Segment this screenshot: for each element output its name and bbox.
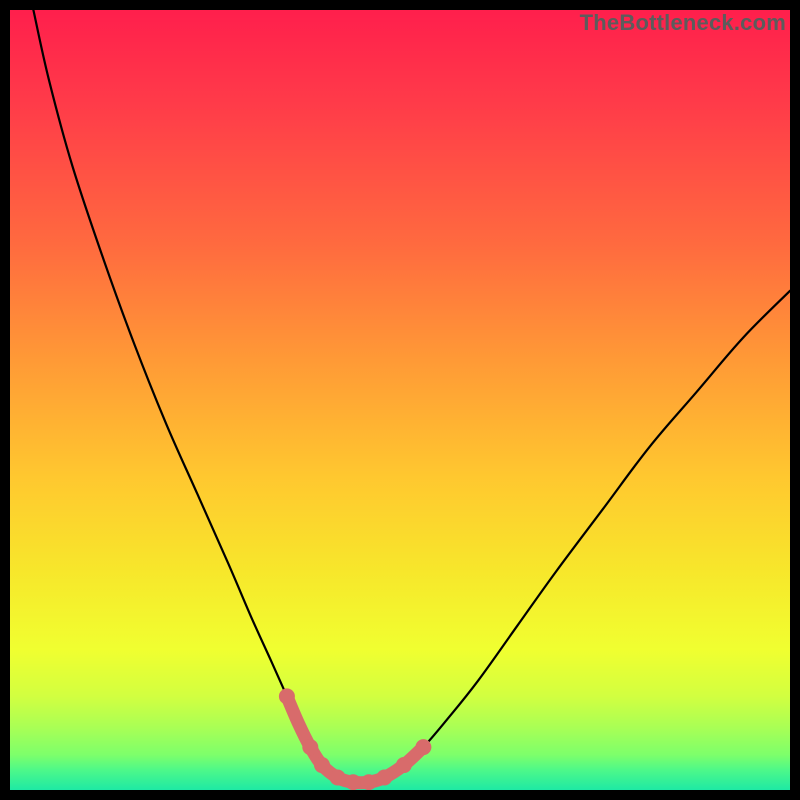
highlight-dot [330,770,346,786]
watermark-text: TheBottleneck.com [580,10,786,36]
plot-area [10,10,790,790]
chart-frame: TheBottleneck.com [0,0,800,800]
highlight-dot [376,770,392,786]
bottleneck-curve [33,10,790,783]
highlight-dot [396,757,412,773]
highlight-dot [415,739,431,755]
curve-overlay [10,10,790,790]
highlight-dot [279,688,295,704]
highlight-dot [361,774,377,790]
highlight-dot [314,757,330,773]
highlight-dot [302,739,318,755]
highlight-dot [345,774,361,790]
